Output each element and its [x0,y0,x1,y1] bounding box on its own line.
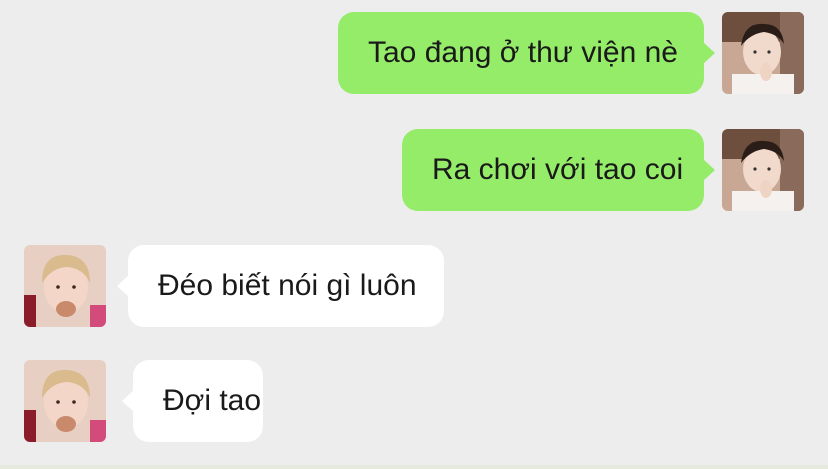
friend-avatar[interactable] [24,360,106,442]
bottom-divider [0,465,828,469]
message-bubble[interactable]: Ra chơi với tao coi [402,129,715,211]
message-bubble[interactable]: Đéo biết nói gì luôn [117,245,444,327]
message-row-incoming: Đợi tao [0,360,828,442]
message-bubble[interactable]: Đợi tao [122,360,263,442]
message-bubble[interactable]: Tao đang ở thư viện nè [338,12,715,94]
person-photo-icon [722,129,804,211]
sender-avatar[interactable] [722,12,804,94]
friend-avatar[interactable] [24,245,106,327]
person-photo-icon [722,12,804,94]
person-photo-icon [24,360,106,442]
message-row-outgoing: Ra chơi với tao coi [0,129,828,211]
person-photo-icon [24,245,106,327]
sender-avatar[interactable] [722,129,804,211]
message-row-incoming: Đéo biết nói gì luôn [0,245,828,327]
message-row-outgoing: Tao đang ở thư viện nè [0,12,828,94]
